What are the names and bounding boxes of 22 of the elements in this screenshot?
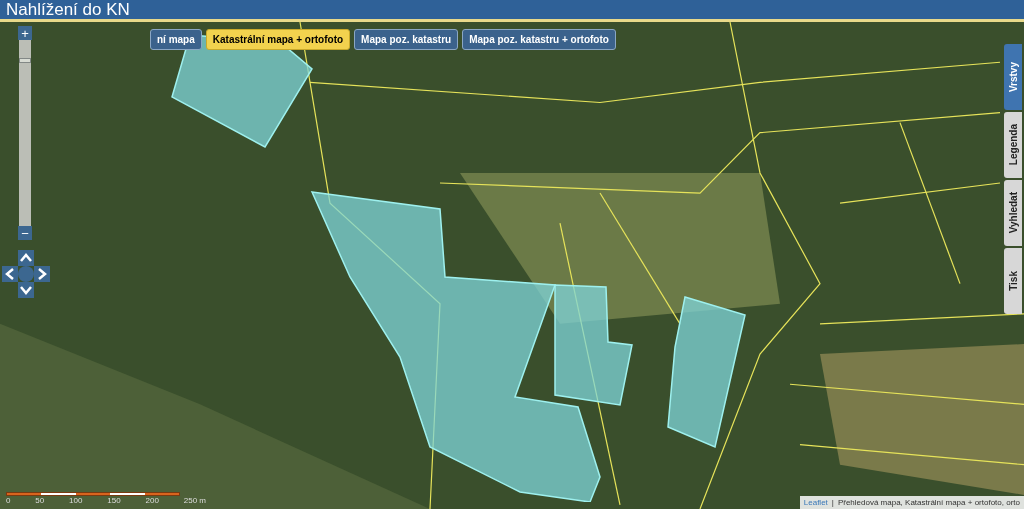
attribution-text: Přehledová mapa, Katastrální mapa + ortofoto, orto <box>837 498 1020 507</box>
pan-control[interactable] <box>2 250 50 298</box>
window-title: Nahlížení do KN <box>6 1 130 18</box>
attribution-separator: | <box>831 498 834 507</box>
base-layer-tab[interactable]: Mapa poz. katastru + ortofoto <box>462 29 616 50</box>
zoom-out-button[interactable]: − <box>18 226 32 240</box>
scale-label: 100 <box>69 497 83 505</box>
zoom-slider-thumb[interactable] <box>19 58 31 63</box>
side-tab[interactable]: Legenda <box>1004 112 1022 178</box>
leaflet-link[interactable]: Leaflet <box>803 498 828 507</box>
zoom-in-button[interactable]: + <box>18 26 32 40</box>
scale-label: 200 <box>145 497 159 505</box>
side-tab[interactable]: Vrstvy <box>1004 44 1022 110</box>
base-layer-tab[interactable]: Katastrální mapa + ortofoto <box>205 29 351 50</box>
base-layer-tab[interactable]: Mapa poz. katastru <box>354 29 459 50</box>
scale-label: 50 <box>35 497 45 505</box>
side-tab[interactable]: Vyhledat <box>1004 180 1022 246</box>
base-layer-tab[interactable]: ní mapa <box>150 29 202 50</box>
side-tab[interactable]: Tisk <box>1004 248 1022 314</box>
scale-label: 150 <box>107 497 121 505</box>
scale-label: 250 m <box>183 497 206 505</box>
scale-label: 0 <box>6 497 11 505</box>
